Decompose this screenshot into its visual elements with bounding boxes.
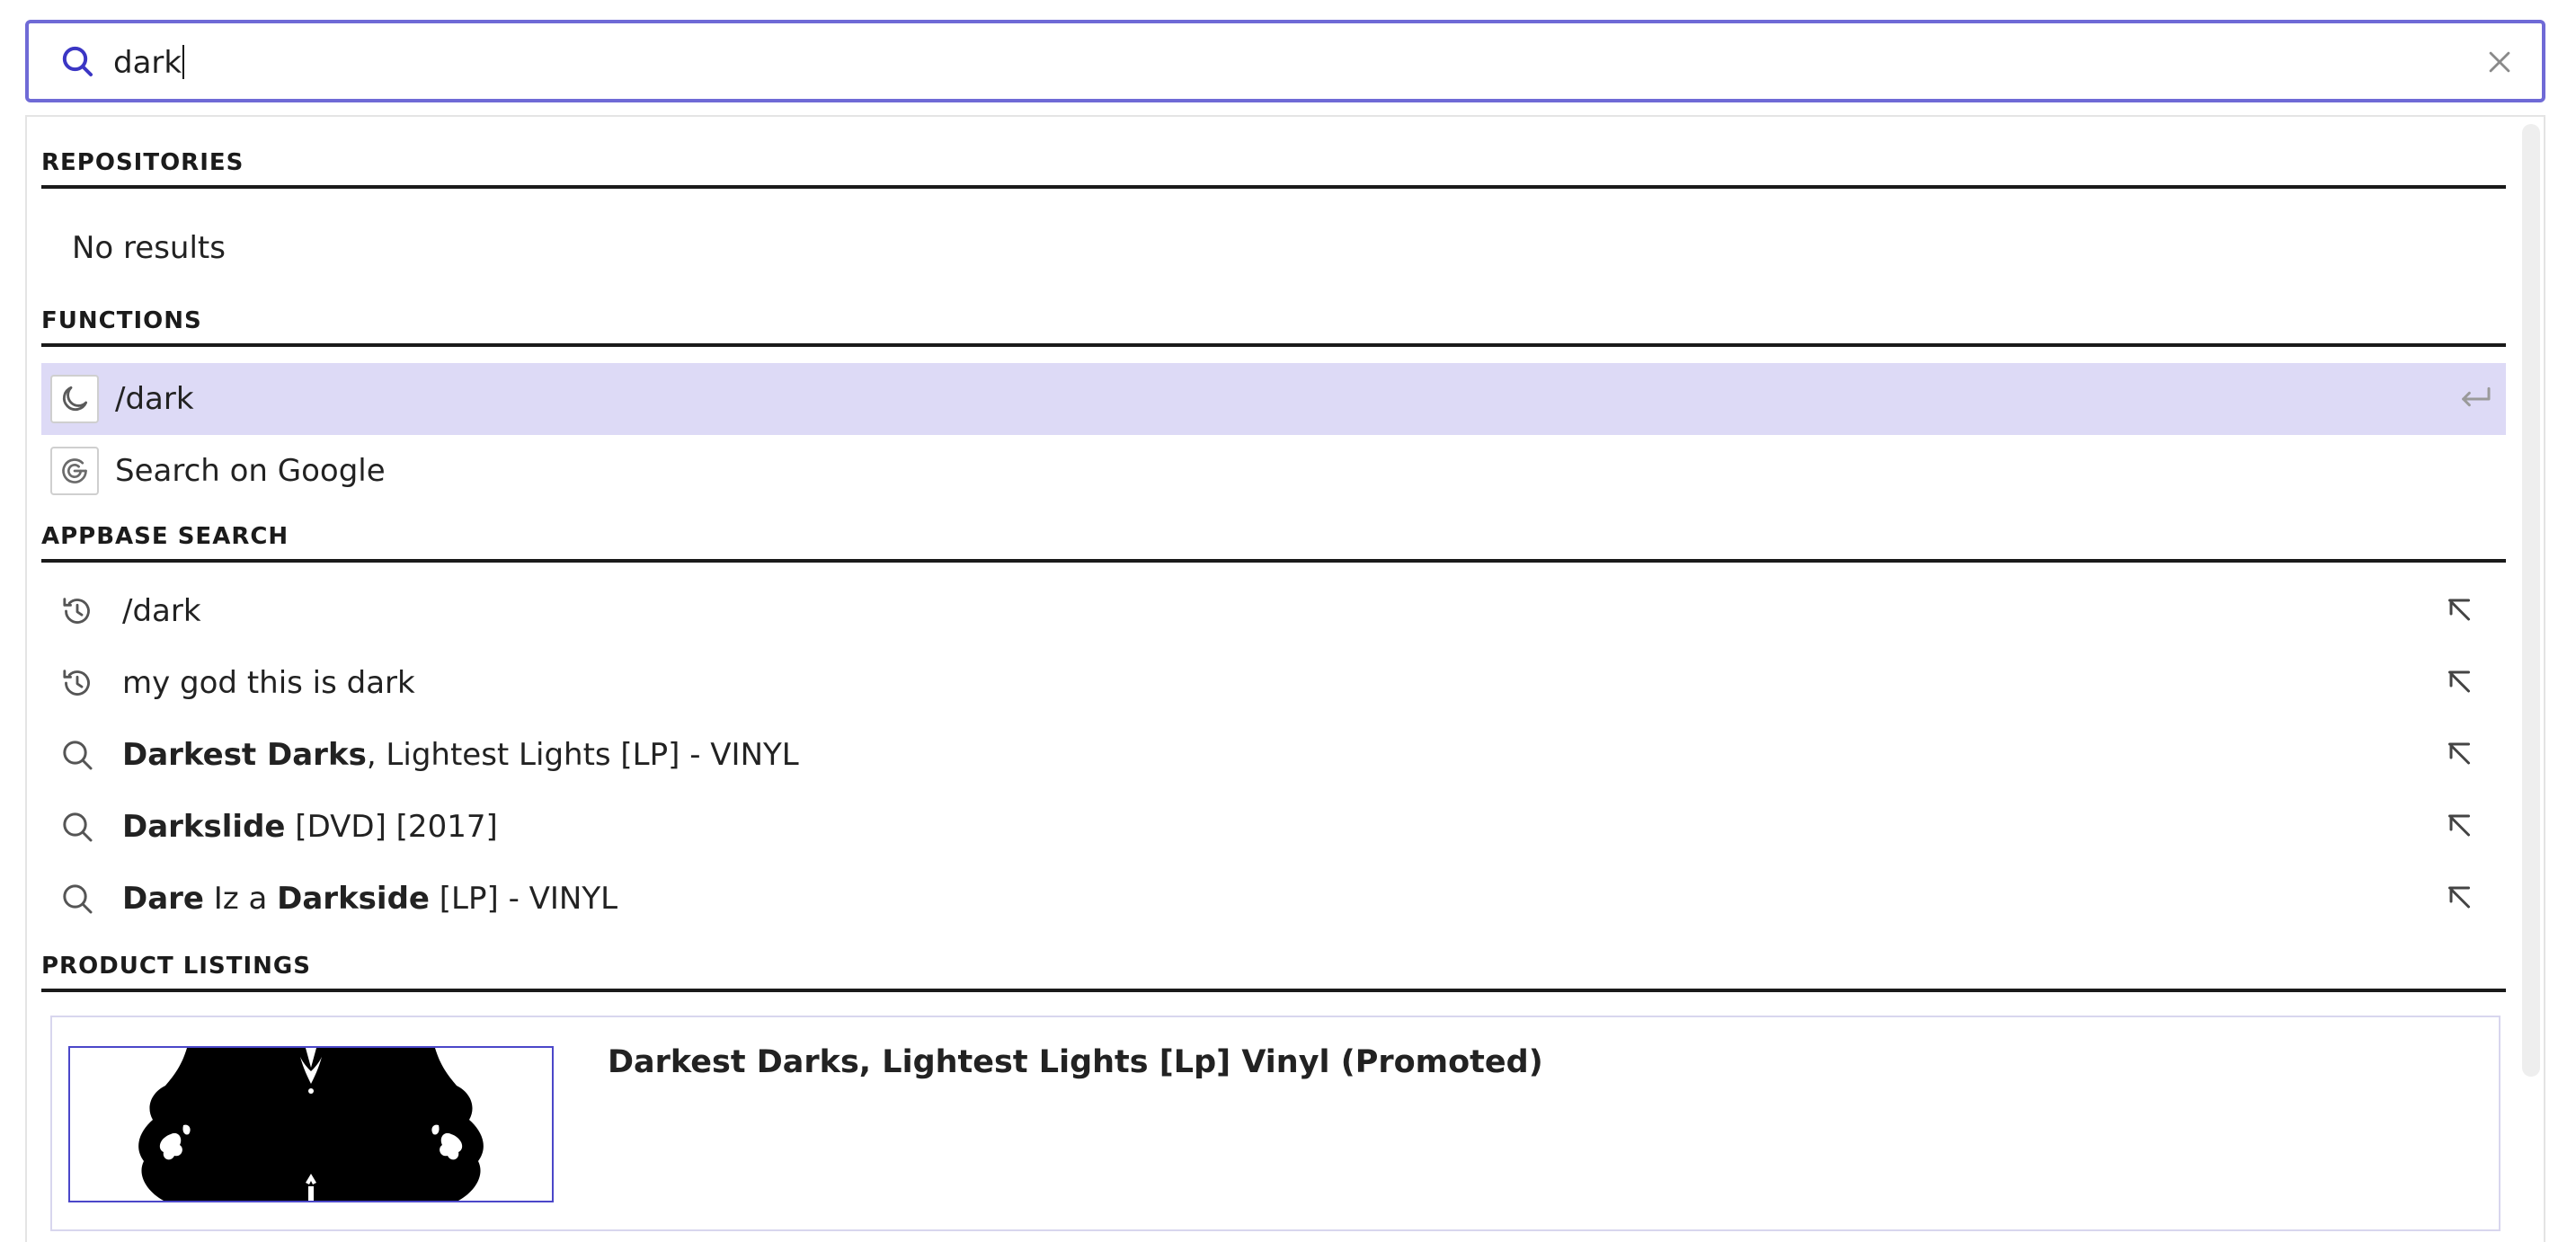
function-label: Search on Google <box>115 453 386 489</box>
suggestion-text: Dare Iz a Darkside [LP] - VINYL <box>122 881 618 917</box>
function-icon-box <box>50 447 99 495</box>
google-icon <box>62 458 87 483</box>
search-bar[interactable]: dark <box>25 20 2545 102</box>
suggestion-text: Darkest Darks, Lightest Lights [LP] - VI… <box>122 737 799 773</box>
arrow-up-left-icon[interactable] <box>2443 739 2475 771</box>
enter-key-icon <box>2462 386 2491 407</box>
history-item[interactable]: /dark <box>41 575 2506 647</box>
section-header-functions: FUNCTIONS <box>41 307 2506 347</box>
search-icon <box>63 741 93 770</box>
arrow-up-left-icon[interactable] <box>2443 883 2475 915</box>
arrow-up-left-icon[interactable] <box>2443 811 2475 843</box>
function-label: /dark <box>115 381 194 417</box>
suggestion-item[interactable]: Dare Iz a Darkside [LP] - VINYL <box>41 863 2506 935</box>
section-header-product-listings: PRODUCT LISTINGS <box>41 953 2506 992</box>
product-card[interactable]: Darkest Darks, Lightest Lights [Lp] Viny… <box>50 1016 2500 1231</box>
function-icon-box <box>50 375 99 423</box>
search-icon <box>63 884 93 914</box>
arrow-up-left-icon[interactable] <box>2443 595 2475 627</box>
suggestion-item[interactable]: Darkest Darks, Lightest Lights [LP] - VI… <box>41 719 2506 791</box>
function-item-google[interactable]: Search on Google <box>41 435 2506 507</box>
search-icon <box>62 46 93 76</box>
history-icon <box>63 670 90 696</box>
suggestion-text: /dark <box>122 593 201 629</box>
suggestion-text: Darkslide [DVD] [2017] <box>122 809 498 845</box>
album-cover-image[interactable] <box>68 1046 554 1202</box>
close-icon[interactable] <box>2484 47 2515 77</box>
history-item[interactable]: my god this is dark <box>41 647 2506 719</box>
section-header-appbase-search: APPBASE SEARCH <box>41 523 2506 563</box>
function-item-dark[interactable]: /dark <box>41 363 2506 435</box>
section-header-repositories: REPOSITORIES <box>41 149 2506 189</box>
search-input[interactable]: dark <box>113 45 185 81</box>
history-icon <box>63 598 90 624</box>
search-icon <box>63 812 93 842</box>
product-title[interactable]: Darkest Darks, Lightest Lights [Lp] Viny… <box>608 1044 1543 1080</box>
album-cover-art <box>70 1048 552 1201</box>
moon-icon <box>62 386 88 412</box>
no-results-text: No results <box>72 230 226 266</box>
suggestion-text: my god this is dark <box>122 665 415 701</box>
results-dropdown: REPOSITORIES No results FUNCTIONS /dark … <box>25 115 2545 1242</box>
suggestion-item[interactable]: Darkslide [DVD] [2017] <box>41 791 2506 863</box>
text-caret <box>182 45 185 79</box>
scrollbar[interactable] <box>2522 124 2540 1077</box>
arrow-up-left-icon[interactable] <box>2443 667 2475 699</box>
